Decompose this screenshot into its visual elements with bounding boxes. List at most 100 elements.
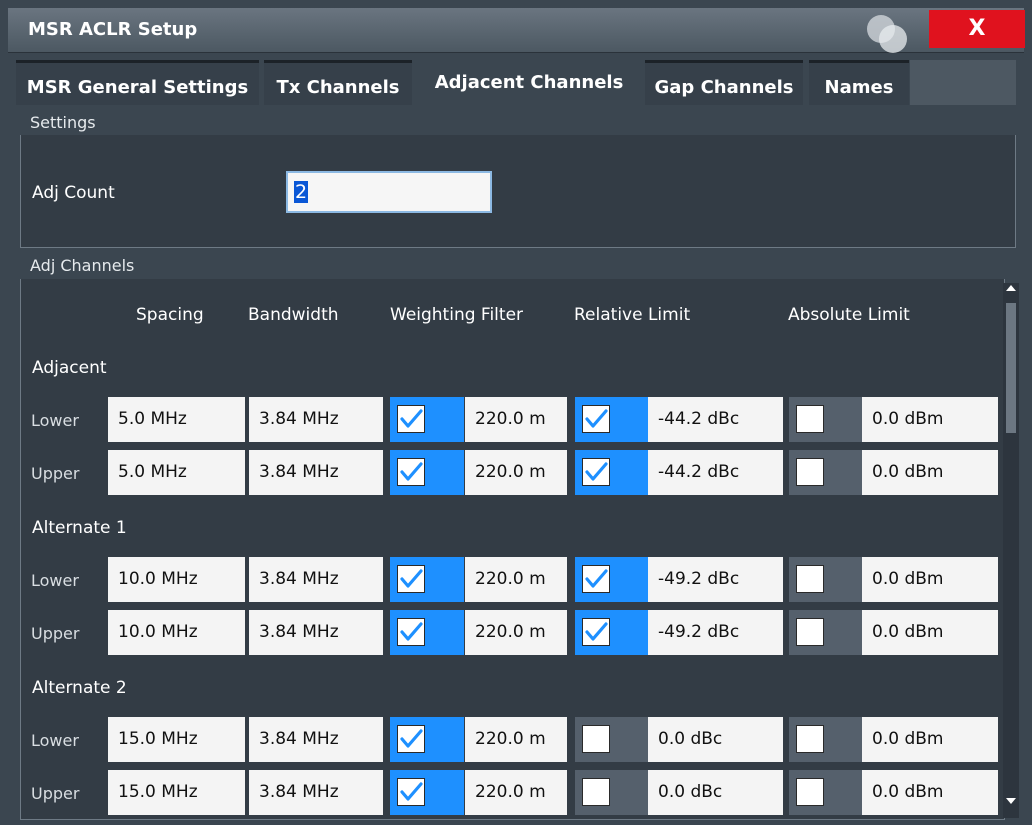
close-button[interactable]: X [929,10,1025,48]
column-header-spacing: Spacing [136,305,204,325]
row-label: Upper [31,464,80,483]
relative-limit-checkbox[interactable] [575,610,649,655]
checkbox-checked-icon[interactable] [582,565,610,593]
tab-gap-channels[interactable]: Gap Channels [645,60,803,105]
title-bar: MSR ACLR Setup X [8,8,1025,53]
bandwidth-field[interactable]: 3.84 MHz [249,610,383,655]
relative-limit-field[interactable]: -49.2 dBc [648,610,783,655]
absolute-limit-checkbox[interactable] [789,610,863,655]
checkbox-unchecked-icon[interactable] [796,405,824,433]
weighting-filter-checkbox[interactable] [390,717,464,762]
absolute-limit-field[interactable]: 0.0 dBm [862,450,998,495]
bandwidth-field[interactable]: 3.84 MHz [249,557,383,602]
spacing-field[interactable]: 5.0 MHz [108,397,245,442]
vertical-scrollbar[interactable] [1003,283,1019,818]
absolute-limit-field[interactable]: 0.0 dBm [862,610,998,655]
checkbox-checked-icon[interactable] [397,725,425,753]
adj-count-input[interactable]: 2 [286,171,492,213]
checkbox-checked-icon[interactable] [397,405,425,433]
settings-group-label: Settings [30,113,96,132]
spacing-field[interactable]: 5.0 MHz [108,450,245,495]
checkbox-unchecked-icon[interactable] [796,458,824,486]
checkbox-checked-icon[interactable] [397,618,425,646]
section-title: Alternate 2 [32,678,127,698]
checkbox-unchecked-icon[interactable] [582,725,610,753]
checkbox-unchecked-icon[interactable] [796,618,824,646]
bandwidth-field[interactable]: 3.84 MHz [249,397,383,442]
absolute-limit-checkbox[interactable] [789,397,863,442]
row-label: Lower [31,411,79,430]
tab-msr-general-settings[interactable]: MSR General Settings [16,60,259,105]
relative-limit-checkbox[interactable] [575,450,649,495]
absolute-limit-checkbox[interactable] [789,770,863,815]
checkbox-unchecked-icon[interactable] [796,725,824,753]
checkbox-unchecked-icon[interactable] [796,778,824,806]
column-header-absolute-limit: Absolute Limit [788,305,910,325]
row-label: Upper [31,624,80,643]
row-label: Lower [31,731,79,750]
relative-limit-checkbox[interactable] [575,397,649,442]
weighting-filter-field[interactable]: 220.0 m [465,397,567,442]
relative-limit-checkbox[interactable] [575,717,649,762]
window-title: MSR ACLR Setup [28,19,198,40]
weighting-filter-checkbox[interactable] [390,397,464,442]
bandwidth-field[interactable]: 3.84 MHz [249,770,383,815]
relative-limit-checkbox[interactable] [575,770,649,815]
weighting-filter-checkbox[interactable] [390,610,464,655]
checkbox-checked-icon[interactable] [582,458,610,486]
logo-icon [861,13,909,53]
checkbox-unchecked-icon[interactable] [582,778,610,806]
tab-adjacent-channels[interactable]: Adjacent Channels [418,60,640,105]
relative-limit-field[interactable]: -44.2 dBc [648,397,783,442]
weighting-filter-field[interactable]: 220.0 m [465,770,567,815]
adj-count-label: Adj Count [32,183,115,203]
relative-limit-field[interactable]: -49.2 dBc [648,557,783,602]
column-header-weighting-filter: Weighting Filter [390,305,524,325]
scroll-down-icon[interactable] [1006,798,1016,804]
tab-bar-filler [910,60,1016,105]
column-header-relative-limit: Relative Limit [574,305,691,325]
weighting-filter-field[interactable]: 220.0 m [465,557,567,602]
relative-limit-field[interactable]: -44.2 dBc [648,450,783,495]
weighting-filter-field[interactable]: 220.0 m [465,717,567,762]
row-label: Upper [31,784,80,803]
spacing-field[interactable]: 15.0 MHz [108,770,245,815]
weighting-filter-checkbox[interactable] [390,450,464,495]
spacing-field[interactable]: 10.0 MHz [108,557,245,602]
adj-channels-group-label: Adj Channels [30,256,135,275]
absolute-limit-field[interactable]: 0.0 dBm [862,397,998,442]
checkbox-unchecked-icon[interactable] [796,565,824,593]
weighting-filter-field[interactable]: 220.0 m [465,450,567,495]
relative-limit-field[interactable]: 0.0 dBc [648,717,783,762]
tab-tx-channels[interactable]: Tx Channels [264,60,412,105]
checkbox-checked-icon[interactable] [582,405,610,433]
absolute-limit-field[interactable]: 0.0 dBm [862,557,998,602]
relative-limit-checkbox[interactable] [575,557,649,602]
absolute-limit-checkbox[interactable] [789,557,863,602]
tab-names[interactable]: Names [809,60,909,105]
bandwidth-field[interactable]: 3.84 MHz [249,450,383,495]
scroll-thumb[interactable] [1006,303,1016,433]
scroll-up-icon[interactable] [1006,285,1016,291]
tab-bar: MSR General Settings Tx Channels Adjacen… [16,60,1016,105]
spacing-field[interactable]: 10.0 MHz [108,610,245,655]
weighting-filter-field[interactable]: 220.0 m [465,610,567,655]
spacing-field[interactable]: 15.0 MHz [108,717,245,762]
column-header-bandwidth: Bandwidth [248,305,339,325]
absolute-limit-field[interactable]: 0.0 dBm [862,717,998,762]
checkbox-checked-icon[interactable] [397,565,425,593]
weighting-filter-checkbox[interactable] [390,557,464,602]
adj-count-value: 2 [294,181,309,203]
absolute-limit-field[interactable]: 0.0 dBm [862,770,998,815]
absolute-limit-checkbox[interactable] [789,450,863,495]
row-label: Lower [31,571,79,590]
weighting-filter-checkbox[interactable] [390,770,464,815]
relative-limit-field[interactable]: 0.0 dBc [648,770,783,815]
absolute-limit-checkbox[interactable] [789,717,863,762]
checkbox-checked-icon[interactable] [397,778,425,806]
checkbox-checked-icon[interactable] [397,458,425,486]
checkbox-checked-icon[interactable] [582,618,610,646]
section-title: Alternate 1 [32,518,127,538]
settings-group [20,135,1016,248]
bandwidth-field[interactable]: 3.84 MHz [249,717,383,762]
